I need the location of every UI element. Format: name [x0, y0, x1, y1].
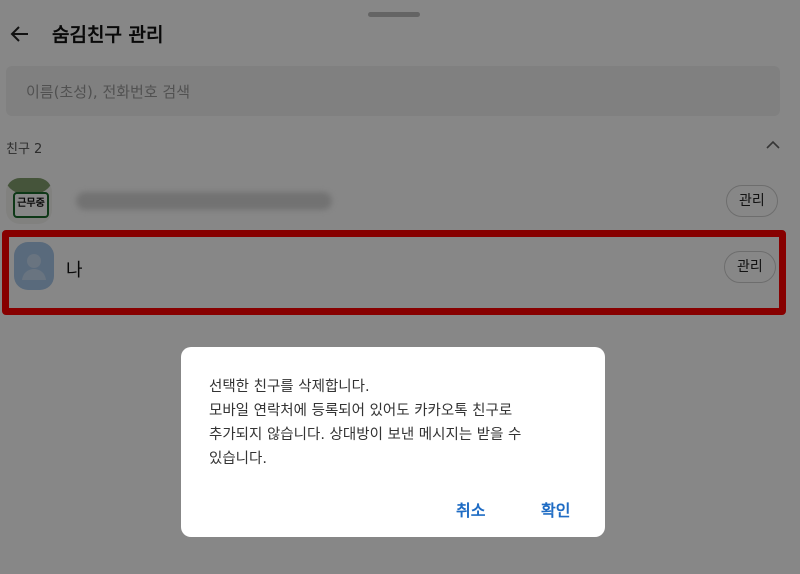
dialog-message: 선택한 친구를 삭제합니다. 모바일 연락처에 등록되어 있어도 카카오톡 친구로… — [209, 379, 522, 467]
confirm-dialog: 선택한 친구를 삭제합니다. 모바일 연락처에 등록되어 있어도 카카오톡 친구로… — [181, 347, 605, 537]
cancel-button[interactable]: 취소 — [456, 497, 485, 521]
confirm-button[interactable]: 확인 — [541, 497, 570, 521]
